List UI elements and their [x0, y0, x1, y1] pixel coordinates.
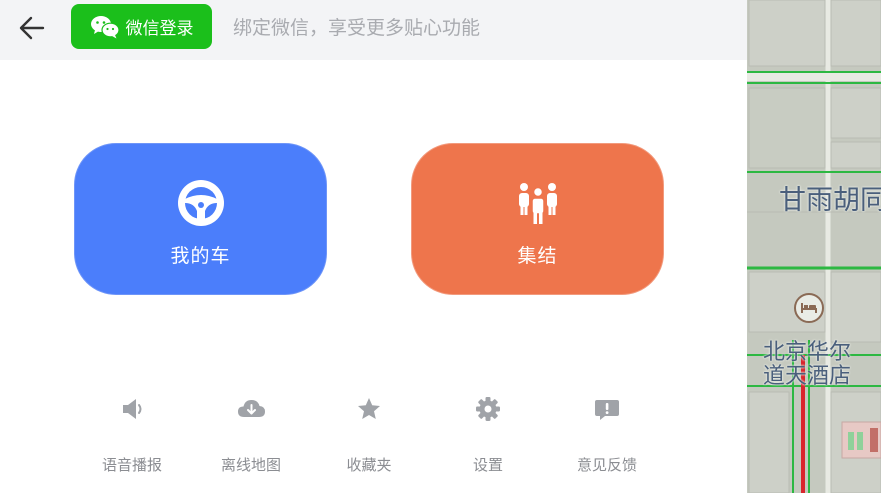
feedback-label: 意见反馈 [576, 456, 637, 474]
wechat-login-button[interactable]: 微信登录 [71, 4, 212, 49]
my-car-button[interactable]: 我的车 [74, 143, 327, 295]
voice-broadcast-button[interactable]: 语音播报 [77, 388, 187, 475]
wechat-login-label: 微信登录 [125, 19, 194, 39]
map-street-label: 甘雨胡同 [779, 185, 881, 216]
offline-map-button[interactable]: 离线地图 [196, 388, 306, 475]
feedback-button[interactable]: 意见反馈 [552, 388, 662, 475]
gather-button[interactable]: 集结 [411, 143, 664, 295]
offline-map-label: 离线地图 [220, 456, 281, 474]
favorites-label: 收藏夹 [346, 456, 392, 474]
wechat-icon [90, 15, 120, 38]
voice-broadcast-label: 语音播报 [101, 456, 162, 474]
back-button[interactable] [14, 10, 50, 46]
gather-label: 集结 [517, 244, 558, 267]
bind-wechat-hint: 绑定微信，享受更多贴心功能 [233, 17, 481, 39]
speaker-icon [123, 399, 142, 419]
map-poi-label-line2: 道天酒店 [763, 364, 852, 389]
feedback-icon [595, 400, 619, 420]
map-roads [747, 0, 881, 493]
favorites-button[interactable]: 收藏夹 [314, 388, 424, 475]
settings-label: 设置 [472, 456, 503, 474]
group-people-icon [518, 182, 557, 224]
steering-wheel-icon [177, 179, 224, 226]
back-arrow-icon [19, 16, 45, 40]
hotel-icon [801, 303, 817, 313]
map-view[interactable]: 甘雨胡同 北京华尔 道天酒店 [747, 0, 881, 493]
cloud-download-icon [238, 400, 265, 417]
my-car-label: 我的车 [170, 244, 231, 267]
top-bar: 微信登录 绑定微信，享受更多贴心功能 [0, 0, 747, 60]
side-panel: 微信登录 绑定微信，享受更多贴心功能 我的车 集结 语音播报 离线地图 收藏夹 … [0, 0, 747, 493]
tools-row: 语音播报 离线地图 收藏夹 设置 意见反馈 [0, 388, 747, 488]
gear-icon [476, 397, 500, 421]
settings-button[interactable]: 设置 [433, 388, 543, 475]
star-icon [358, 398, 380, 419]
